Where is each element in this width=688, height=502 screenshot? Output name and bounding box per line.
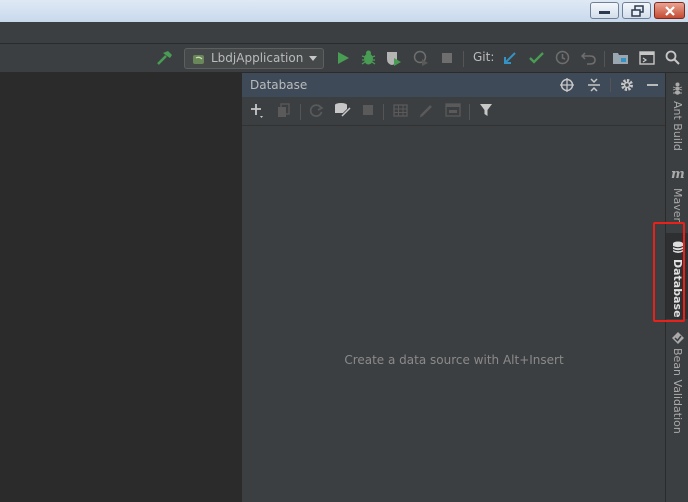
run-with-coverage-icon[interactable] bbox=[385, 50, 402, 66]
terminal-window-icon[interactable] bbox=[639, 51, 655, 65]
restore-window-button[interactable] bbox=[622, 2, 651, 19]
spring-boot-app-icon bbox=[193, 55, 204, 64]
debug-bug-icon[interactable] bbox=[361, 50, 376, 66]
chevron-down-icon bbox=[309, 56, 317, 61]
table-editor-icon[interactable] bbox=[393, 103, 408, 118]
gear-icon[interactable] bbox=[620, 78, 634, 92]
build-hammer-icon[interactable] bbox=[156, 50, 174, 66]
run-configuration-label: LbdjApplication bbox=[211, 51, 304, 65]
restore-icon bbox=[631, 5, 644, 17]
duplicate-icon[interactable] bbox=[277, 103, 291, 118]
database-tool-window: Database Create a data source with Alt+I… bbox=[241, 73, 666, 502]
edit-pencil-icon[interactable] bbox=[419, 103, 434, 118]
highlight-box bbox=[653, 222, 685, 322]
sidebar-tab-label: Bean Validation bbox=[671, 348, 684, 434]
window-title-bar bbox=[0, 0, 688, 22]
minimize-icon bbox=[599, 11, 610, 14]
database-empty-hint: Create a data source with Alt+Insert bbox=[344, 353, 564, 367]
database-panel-toolbar bbox=[242, 97, 666, 126]
hide-panel-minus-icon[interactable] bbox=[646, 78, 660, 92]
minimize-window-button[interactable] bbox=[590, 2, 619, 19]
run-icon[interactable] bbox=[337, 51, 350, 65]
header-separator bbox=[610, 78, 611, 92]
toolbar-separator bbox=[469, 104, 470, 120]
ant-icon bbox=[672, 82, 683, 95]
stop-icon[interactable] bbox=[441, 52, 453, 64]
run-configuration-dropdown[interactable]: LbdjApplication bbox=[184, 48, 324, 69]
collapse-all-icon[interactable] bbox=[587, 78, 601, 92]
profile-icon[interactable] bbox=[413, 50, 430, 66]
maven-m-icon: m bbox=[671, 167, 685, 182]
editor-area[interactable] bbox=[0, 73, 241, 502]
sidebar-tab-ant-build[interactable]: Ant Build bbox=[666, 79, 688, 159]
schema-properties-icon[interactable] bbox=[334, 102, 351, 119]
database-panel-header: Database bbox=[242, 73, 666, 97]
sidebar-tab-label: Ant Build bbox=[671, 101, 684, 151]
sidebar-tab-bean-validation[interactable]: Bean Validation bbox=[666, 331, 688, 441]
refresh-icon[interactable] bbox=[309, 103, 324, 118]
search-icon[interactable] bbox=[665, 50, 680, 66]
close-icon bbox=[665, 6, 675, 16]
toolbar-separator bbox=[383, 104, 384, 120]
git-commit-check-icon[interactable] bbox=[529, 51, 544, 64]
rollback-icon[interactable] bbox=[581, 50, 596, 65]
database-panel-title: Database bbox=[250, 78, 308, 92]
filter-funnel-icon[interactable] bbox=[479, 103, 493, 118]
scroll-from-source-crosshair-icon[interactable] bbox=[560, 78, 574, 92]
sidebar-tab-label: Maven bbox=[671, 188, 684, 225]
toolbar-separator bbox=[463, 51, 464, 67]
project-structure-icon[interactable] bbox=[612, 51, 629, 65]
stop-query-icon[interactable] bbox=[362, 104, 374, 116]
menu-bar bbox=[0, 22, 688, 44]
sql-console-icon[interactable] bbox=[445, 103, 461, 118]
sidebar-tab-maven[interactable]: m Maven bbox=[666, 166, 688, 226]
add-data-source-plus-icon[interactable] bbox=[250, 103, 266, 120]
close-window-button[interactable] bbox=[654, 2, 685, 19]
git-update-arrow-icon[interactable] bbox=[503, 51, 517, 65]
history-clock-icon[interactable] bbox=[555, 50, 570, 65]
bean-validation-icon bbox=[672, 332, 684, 344]
toolbar-separator bbox=[300, 104, 301, 120]
git-label: Git: bbox=[473, 50, 495, 64]
toolbar-separator bbox=[604, 51, 605, 67]
